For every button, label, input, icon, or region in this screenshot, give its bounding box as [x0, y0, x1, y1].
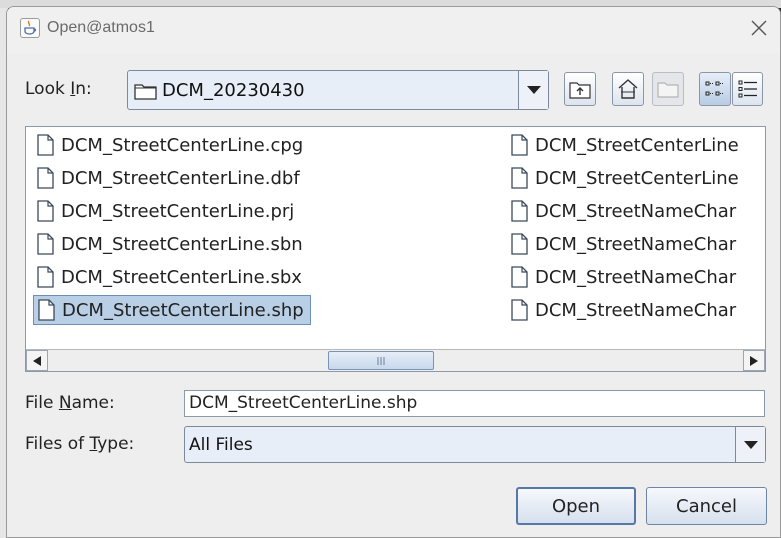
java-cup-icon	[20, 18, 40, 38]
look-in-value: DCM_20230430	[162, 80, 305, 101]
file-list[interactable]: DCM_StreetCenterLine.cpg DCM_StreetCenter…	[25, 126, 766, 372]
file-list-item[interactable]: DCM_StreetCenterLine	[507, 163, 745, 193]
file-icon	[38, 299, 55, 321]
file-list-item[interactable]: DCM_StreetCenterLine.prj	[33, 196, 300, 226]
home-icon	[618, 79, 638, 99]
file-type-combobox[interactable]: All Files	[184, 426, 766, 463]
file-list-item[interactable]: DCM_StreetCenterLine.sbn	[33, 229, 309, 259]
new-folder-icon	[657, 82, 679, 98]
folder-up-icon	[569, 82, 591, 99]
chevron-left-icon	[33, 355, 41, 366]
file-name-text: DCM_StreetCenterLine.sbx	[61, 266, 302, 288]
file-name-text: DCM_StreetNameChar	[535, 299, 737, 321]
home-button[interactable]	[612, 72, 644, 106]
file-list-item[interactable]: DCM_StreetNameChar	[507, 262, 742, 292]
open-button[interactable]: Open	[516, 487, 636, 525]
list-view-button[interactable]	[699, 72, 731, 106]
file-name-text: DCM_StreetNameChar	[535, 233, 737, 255]
file-icon	[37, 266, 54, 288]
chevron-right-icon	[750, 355, 758, 366]
file-list-item[interactable]: DCM_StreetNameChar	[507, 196, 742, 226]
look-in-label: Look In:	[25, 79, 92, 99]
file-name-text: DCM_StreetCenterLine	[535, 134, 739, 156]
file-name-label: File Name:	[25, 393, 115, 413]
file-name-input[interactable]: DCM_StreetCenterLine.shp	[184, 390, 765, 417]
file-name-text: DCM_StreetCenterLine.sbn	[61, 233, 303, 255]
file-icon	[37, 134, 54, 156]
title-bar: Open@atmos1	[7, 7, 780, 53]
file-name-text: DCM_StreetCenterLine.cpg	[61, 134, 304, 156]
look-in-combobox[interactable]: DCM_20230430	[127, 70, 549, 110]
chevron-down-icon	[743, 440, 758, 449]
file-list-item[interactable]: DCM_StreetCenterLine.dbf	[33, 163, 306, 193]
file-icon	[511, 167, 528, 189]
new-folder-button[interactable]	[652, 72, 684, 106]
up-one-level-button[interactable]	[564, 72, 596, 106]
file-icon	[37, 233, 54, 255]
file-type-value: All Files	[189, 435, 253, 455]
file-list-item[interactable]: DCM_StreetCenterLine.cpg	[33, 130, 309, 160]
file-name-text: DCM_StreetCenterLine.dbf	[61, 167, 300, 189]
open-file-dialog: Open@atmos1 Look In: DCM_20230430 DCM_St…	[6, 6, 781, 538]
file-type-dropdown-arrow[interactable]	[735, 427, 765, 462]
folder-icon	[134, 84, 157, 100]
file-list-item[interactable]: DCM_StreetCenterLine	[507, 130, 745, 160]
grip-icon	[377, 356, 385, 365]
list-view-icon	[705, 81, 724, 96]
file-type-label: Files of Type:	[25, 434, 135, 454]
window-title: Open@atmos1	[47, 19, 155, 36]
file-icon	[511, 299, 528, 321]
file-name-text: DCM_StreetNameChar	[535, 200, 737, 222]
file-icon	[37, 200, 54, 222]
cancel-button[interactable]: Cancel	[646, 487, 767, 525]
file-icon	[511, 233, 528, 255]
scroll-right-button[interactable]	[743, 350, 765, 371]
file-list-column-2: DCM_StreetCenterLine DCM_StreetCenterLine…	[502, 127, 765, 345]
file-list-item[interactable]: DCM_StreetNameChar	[507, 229, 742, 259]
file-icon	[511, 134, 528, 156]
file-icon	[511, 266, 528, 288]
file-list-item[interactable]: DCM_StreetCenterLine.shp	[33, 295, 311, 325]
file-name-text: DCM_StreetCenterLine.prj	[61, 200, 295, 222]
scrollbar-thumb[interactable]	[328, 351, 434, 370]
file-icon	[511, 200, 528, 222]
details-view-button[interactable]	[732, 72, 763, 106]
horizontal-scrollbar[interactable]	[26, 349, 765, 371]
file-list-item[interactable]: DCM_StreetCenterLine.sbx	[33, 262, 308, 292]
details-view-icon	[738, 80, 757, 98]
file-name-text: DCM_StreetCenterLine.shp	[62, 299, 304, 321]
file-icon	[37, 167, 54, 189]
chevron-down-icon	[526, 86, 541, 94]
close-button[interactable]	[742, 13, 776, 43]
close-icon	[751, 20, 767, 36]
file-name-text: DCM_StreetNameChar	[535, 266, 737, 288]
file-name-text: DCM_StreetCenterLine	[535, 167, 739, 189]
scroll-left-button[interactable]	[26, 350, 48, 371]
file-list-item[interactable]: DCM_StreetNameChar	[507, 295, 742, 325]
look-in-dropdown-arrow[interactable]	[518, 71, 548, 109]
